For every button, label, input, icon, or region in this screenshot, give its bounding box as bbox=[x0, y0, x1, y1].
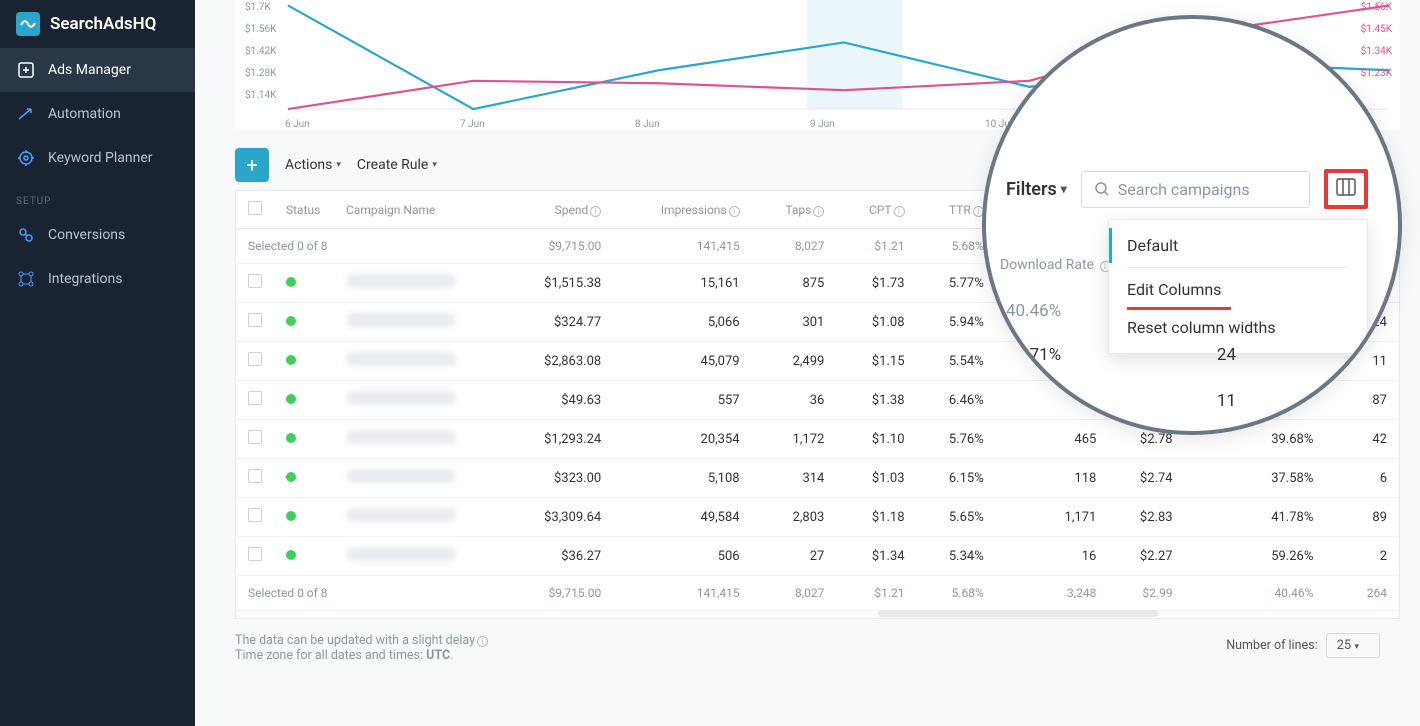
campaign-name-redacted bbox=[346, 352, 456, 366]
table-row[interactable]: $323.005,108314$1.036.15%118$2.7437.58%6 bbox=[236, 459, 1399, 498]
filters-button[interactable]: Filters▾ bbox=[1006, 179, 1067, 200]
chevron-down-icon: ▾ bbox=[432, 160, 437, 170]
nav-label: Integrations bbox=[48, 271, 122, 287]
nav-label: Automation bbox=[48, 106, 121, 122]
col-campaign-name[interactable]: Campaign Name bbox=[334, 191, 504, 229]
search-placeholder: Search campaigns bbox=[1118, 180, 1250, 199]
y-tick: $1.28K bbox=[245, 68, 276, 79]
magnifier-overlay: Filters▾ Search campaigns Download Rate … bbox=[982, 15, 1402, 435]
table-row[interactable]: $3,309.6449,5842,803$1.185.65%1,171$2.83… bbox=[236, 498, 1399, 537]
y-tick: $1.14K bbox=[245, 90, 276, 101]
app-name: SearchAdsHQ bbox=[50, 14, 156, 34]
horizontal-scrollbar[interactable] bbox=[878, 610, 1158, 617]
tz-note: Time zone for all dates and times: bbox=[235, 648, 426, 663]
tz-value: UTC bbox=[426, 648, 450, 663]
y-tick: $1.7K bbox=[245, 2, 271, 13]
mag-row: 40.46% bbox=[1006, 301, 1236, 321]
info-icon: i bbox=[729, 206, 740, 217]
search-input[interactable]: Search campaigns bbox=[1081, 171, 1310, 208]
col-impressions[interactable]: Impressionsi bbox=[613, 191, 751, 229]
nav-automation[interactable]: Automation bbox=[0, 92, 195, 136]
mag-col-header: Download Rate i bbox=[1000, 257, 1111, 273]
x-tick: 6 Jun bbox=[285, 119, 310, 130]
col-cpt[interactable]: CPTi bbox=[836, 191, 916, 229]
row-checkbox[interactable] bbox=[248, 352, 262, 366]
lines-label: Number of lines: bbox=[1226, 638, 1317, 653]
keyword-planner-icon bbox=[16, 148, 36, 168]
row-checkbox[interactable] bbox=[248, 508, 262, 522]
nav-conversions[interactable]: Conversions bbox=[0, 213, 195, 257]
row-checkbox[interactable] bbox=[248, 430, 262, 444]
sidebar: SearchAdsHQ Ads Manager Automation Keywo… bbox=[0, 0, 195, 726]
logo: SearchAdsHQ bbox=[0, 0, 195, 48]
nav-ads-manager[interactable]: Ads Manager bbox=[0, 48, 195, 92]
campaign-name-redacted bbox=[346, 430, 456, 444]
status-dot bbox=[286, 511, 296, 521]
row-checkbox[interactable] bbox=[248, 313, 262, 327]
col-spend[interactable]: Spendi bbox=[504, 191, 613, 229]
col-status[interactable]: Status bbox=[274, 191, 334, 229]
nav-label: Keyword Planner bbox=[48, 150, 153, 166]
row-checkbox[interactable] bbox=[248, 469, 262, 483]
nav-keyword-planner[interactable]: Keyword Planner bbox=[0, 136, 195, 180]
columns-icon bbox=[1336, 178, 1356, 196]
x-tick: 7 Jun bbox=[460, 119, 485, 130]
status-dot bbox=[286, 277, 296, 287]
status-dot bbox=[286, 550, 296, 560]
add-button[interactable]: + bbox=[235, 148, 269, 182]
integrations-icon bbox=[16, 269, 36, 289]
mag-toolbar: Filters▾ Search campaigns bbox=[986, 169, 1398, 209]
chevron-down-icon: ▾ bbox=[1354, 642, 1359, 652]
conversions-icon bbox=[16, 225, 36, 245]
status-dot bbox=[286, 316, 296, 326]
campaign-name-redacted bbox=[346, 391, 456, 405]
campaign-name-redacted bbox=[346, 313, 456, 327]
actions-button[interactable]: Actions▾ bbox=[285, 157, 341, 173]
status-dot bbox=[286, 355, 296, 365]
chevron-down-icon: ▾ bbox=[1061, 182, 1067, 196]
columns-dropdown: Default Edit Columns Reset column widths bbox=[1108, 219, 1368, 354]
campaign-name-redacted bbox=[346, 274, 456, 288]
y-tick: $1.42K bbox=[245, 46, 276, 57]
table-row[interactable]: $36.2750627$1.345.34%16$2.2759.26%2 bbox=[236, 537, 1399, 576]
mag-row: 37.54%11 bbox=[1006, 391, 1236, 411]
y-tick-right: $1.56K bbox=[1361, 2, 1392, 13]
row-checkbox[interactable] bbox=[248, 391, 262, 405]
search-icon bbox=[1094, 181, 1110, 197]
columns-button[interactable] bbox=[1324, 169, 1368, 209]
row-checkbox[interactable] bbox=[248, 274, 262, 288]
chevron-down-icon: ▾ bbox=[336, 160, 341, 170]
delay-note: The data can be updated with a slight de… bbox=[235, 633, 475, 648]
row-checkbox[interactable] bbox=[248, 547, 262, 561]
setup-heading: SETUP bbox=[0, 180, 195, 213]
mag-row: 37.71%24 bbox=[1006, 345, 1236, 365]
y-tick: $1.56K bbox=[245, 24, 276, 35]
campaign-name-redacted bbox=[346, 469, 456, 483]
status-dot bbox=[286, 394, 296, 404]
x-tick: 9 Jun bbox=[810, 119, 835, 130]
select-all-checkbox[interactable] bbox=[248, 201, 262, 215]
create-rule-button[interactable]: Create Rule▾ bbox=[357, 157, 437, 173]
info-icon: i bbox=[813, 206, 824, 217]
logo-icon bbox=[16, 12, 40, 36]
x-tick: 8 Jun bbox=[635, 119, 660, 130]
info-icon: i bbox=[894, 206, 905, 217]
columns-menu-default[interactable]: Default bbox=[1109, 228, 1367, 263]
nav-integrations[interactable]: Integrations bbox=[0, 257, 195, 301]
table-summary-row: Selected 0 of 8 $9,715.00141,4158,027$1.… bbox=[236, 576, 1399, 611]
campaign-name-redacted bbox=[346, 508, 456, 522]
automation-icon bbox=[16, 104, 36, 124]
nav-label: Ads Manager bbox=[48, 62, 131, 78]
status-dot bbox=[286, 433, 296, 443]
campaign-name-redacted bbox=[346, 547, 456, 561]
status-dot bbox=[286, 472, 296, 482]
lines-select[interactable]: 25 ▾ bbox=[1326, 633, 1380, 658]
ads-manager-icon bbox=[16, 60, 36, 80]
info-icon: i bbox=[590, 206, 601, 217]
col-taps[interactable]: Tapsi bbox=[752, 191, 837, 229]
info-icon: i bbox=[477, 636, 488, 647]
nav-label: Conversions bbox=[48, 227, 125, 243]
footer: The data can be updated with a slight de… bbox=[195, 619, 1420, 677]
